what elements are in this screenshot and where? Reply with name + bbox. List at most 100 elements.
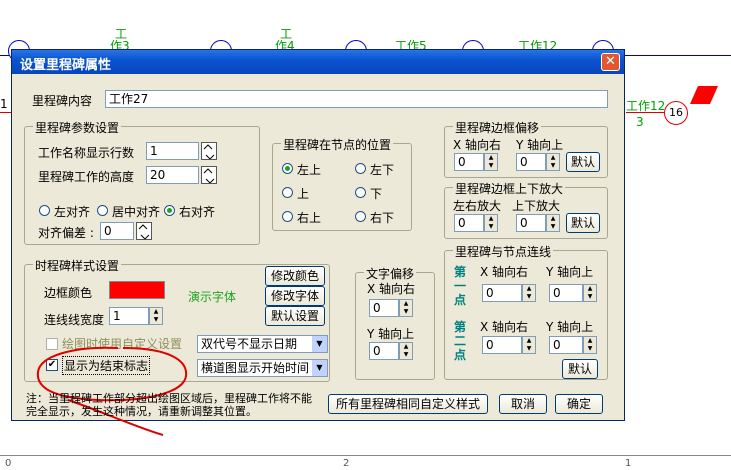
border-zoom-updown-spinner[interactable]: ▲ ▼ xyxy=(546,214,560,232)
dialog-titlebar[interactable]: 设置里程碑属性 ✕ xyxy=(12,50,624,74)
border-zoom-default-button[interactable]: 默认 xyxy=(566,213,600,233)
border-offset-x-label: X 轴向右 xyxy=(453,138,502,152)
align-center-radio[interactable] xyxy=(97,205,108,216)
spin-down-icon[interactable]: ▼ xyxy=(547,162,559,170)
text-offset-x-spinner[interactable]: ▲ ▼ xyxy=(399,299,413,317)
pos-bottom-right-label: 右下 xyxy=(370,211,395,225)
p1-y-input[interactable]: 0 xyxy=(549,284,583,302)
spin-down-icon[interactable]: ▼ xyxy=(584,293,596,301)
spin-up-icon[interactable]: ▲ xyxy=(400,300,412,308)
cancel-button[interactable]: 取消 xyxy=(499,394,547,414)
border-zoom-title: 里程碑边框上下放大 xyxy=(453,180,566,197)
p1-x-spinner[interactable]: ▲ ▼ xyxy=(522,284,536,302)
height-input[interactable]: 20 xyxy=(146,166,199,184)
border-offset-y-spinner[interactable]: ▲ ▼ xyxy=(546,153,560,171)
align-right-radio[interactable] xyxy=(164,205,175,216)
spin-up-icon[interactable]: ▲ xyxy=(547,154,559,162)
time-display-value: 横道图显示开始时间 xyxy=(201,361,310,375)
border-zoom-left-spinner[interactable]: ▲ ▼ xyxy=(484,214,498,232)
spin-up-icon[interactable]: ▲ xyxy=(150,308,162,316)
bg-arrow-left xyxy=(0,112,11,113)
spin-arrows-icon xyxy=(138,224,150,240)
p1-y-label: Y 轴向上 xyxy=(546,265,594,279)
demo-font-label: 演示字体 xyxy=(188,290,237,304)
spin-up-icon[interactable]: ▲ xyxy=(584,285,596,293)
text-offset-y-label: Y 轴向上 xyxy=(367,327,415,341)
spin-down-icon[interactable]: ▼ xyxy=(485,223,497,231)
spin-down-icon[interactable]: ▼ xyxy=(523,293,535,301)
ruler-tick: 2 xyxy=(343,458,350,469)
spin-up-icon[interactable]: ▲ xyxy=(523,285,535,293)
p2-x-spinner[interactable]: ▲ ▼ xyxy=(522,336,536,354)
p1-x-input[interactable]: 0 xyxy=(482,284,522,302)
pos-bottom-left-radio[interactable] xyxy=(355,163,366,174)
p1-y-spinner[interactable]: ▲ ▼ xyxy=(583,284,597,302)
close-button[interactable]: ✕ xyxy=(601,53,620,71)
apply-all-custom-button[interactable]: 所有里程碑相同自定义样式 xyxy=(328,394,488,414)
text-offset-y-spinner[interactable]: ▲ ▼ xyxy=(399,342,413,360)
spin-up-icon[interactable]: ▲ xyxy=(400,343,412,351)
spin-up-icon[interactable]: ▲ xyxy=(547,215,559,223)
flag-icon xyxy=(690,86,718,104)
default-settings-button[interactable]: 默认设置 xyxy=(265,306,325,326)
note-text: 注：当里程碑工作部分超出绘图区域后，里程碑工作将不能完全显示，发生这种情况，请重… xyxy=(26,392,312,418)
params-group-title: 里程碑参数设置 xyxy=(33,119,122,136)
change-font-button[interactable]: 修改字体 xyxy=(265,286,325,306)
pos-bottom-radio[interactable] xyxy=(355,187,366,198)
align-left-radio[interactable] xyxy=(39,205,50,216)
border-zoom-left-label: 左右放大 xyxy=(453,199,502,213)
spin-up-icon[interactable]: ▲ xyxy=(523,337,535,345)
date-display-value: 双代号不显示日期 xyxy=(201,337,298,351)
spin-down-icon[interactable]: ▼ xyxy=(584,345,596,353)
spin-down-icon[interactable]: ▼ xyxy=(400,351,412,359)
pos-top-label: 上 xyxy=(297,187,310,201)
rows-spin-icon[interactable] xyxy=(201,142,217,160)
spin-down-icon[interactable]: ▼ xyxy=(485,162,497,170)
time-display-select[interactable]: 横道图显示开始时间 ▼ xyxy=(197,359,328,377)
spin-down-icon[interactable]: ▼ xyxy=(547,223,559,231)
p2-y-spinner[interactable]: ▲ ▼ xyxy=(583,336,597,354)
content-input[interactable]: 工作27 xyxy=(105,90,608,108)
bg-label-9: 1 xyxy=(0,97,8,111)
spin-down-icon[interactable]: ▼ xyxy=(523,345,535,353)
pos-top-left-radio[interactable] xyxy=(282,163,293,174)
ok-button[interactable]: 确定 xyxy=(555,394,603,414)
p2-x-input[interactable]: 0 xyxy=(482,336,522,354)
pos-bottom-right-radio[interactable] xyxy=(355,211,366,222)
height-spin-icon[interactable] xyxy=(201,166,217,184)
spin-up-icon[interactable]: ▲ xyxy=(485,215,497,223)
text-offset-x-input[interactable]: 0 xyxy=(369,299,399,317)
border-offset-y-input[interactable]: 0 xyxy=(516,153,546,171)
border-offset-x-spinner[interactable]: ▲ ▼ xyxy=(484,153,498,171)
pos-bottom-label: 下 xyxy=(370,187,383,201)
line-width-spinner[interactable]: ▲ ▼ xyxy=(149,307,163,325)
node-line-title: 里程碑与节点连线 xyxy=(453,243,554,260)
chevron-down-icon[interactable]: ▼ xyxy=(312,360,327,376)
pos-top-radio[interactable] xyxy=(282,187,293,198)
p2-y-input[interactable]: 0 xyxy=(549,336,583,354)
line-width-input[interactable]: 1 xyxy=(109,307,149,325)
border-offset-x-input[interactable]: 0 xyxy=(454,153,484,171)
offset-input[interactable]: 0 xyxy=(100,222,134,240)
align-center-label: 居中对齐 xyxy=(112,205,161,219)
date-display-select[interactable]: 双代号不显示日期 ▼ xyxy=(197,335,328,353)
spin-down-icon[interactable]: ▼ xyxy=(400,308,412,316)
spin-up-icon[interactable]: ▲ xyxy=(485,154,497,162)
rows-input[interactable]: 1 xyxy=(146,142,199,160)
border-offset-default-button[interactable]: 默认 xyxy=(566,152,600,172)
bg-arrow-line xyxy=(626,112,666,113)
border-zoom-updown-label: 上下放大 xyxy=(512,199,561,213)
offset-spin-icon[interactable] xyxy=(136,222,152,240)
position-group-title: 里程碑在节点的位置 xyxy=(281,136,394,153)
node-line-default-button[interactable]: 默认 xyxy=(562,359,598,379)
change-color-button[interactable]: 修改颜色 xyxy=(265,266,325,286)
border-zoom-updown-input[interactable]: 0 xyxy=(516,214,546,232)
spin-down-icon[interactable]: ▼ xyxy=(150,316,162,324)
pos-top-right-radio[interactable] xyxy=(282,211,293,222)
spin-up-icon[interactable]: ▲ xyxy=(584,337,596,345)
align-left-label: 左对齐 xyxy=(54,205,91,219)
chevron-down-icon[interactable]: ▼ xyxy=(312,336,327,352)
border-color-swatch[interactable] xyxy=(109,281,165,299)
border-zoom-left-input[interactable]: 0 xyxy=(454,214,484,232)
text-offset-y-input[interactable]: 0 xyxy=(369,342,399,360)
